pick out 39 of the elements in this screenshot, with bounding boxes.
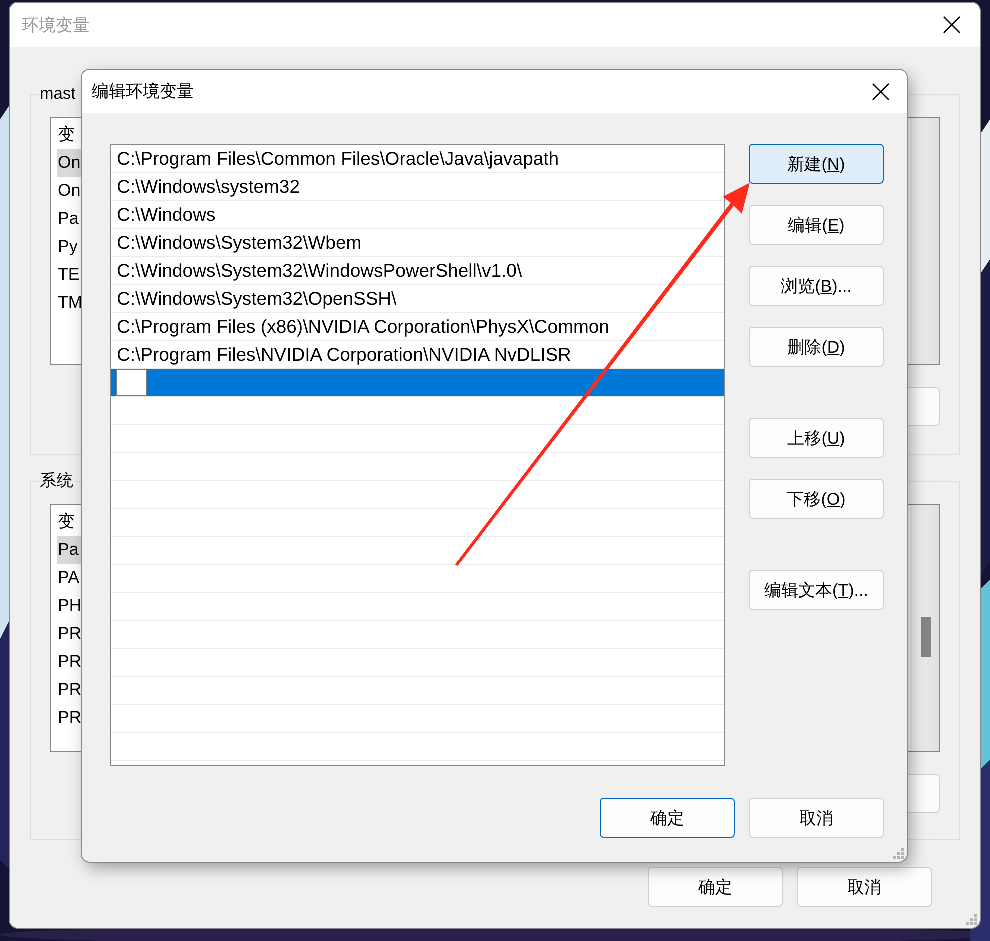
action-button[interactable]: 新建(N) (749, 144, 884, 184)
action-button[interactable]: 删除(D) (749, 327, 884, 367)
scrollbar[interactable] (910, 118, 939, 364)
variable-row[interactable]: On (57, 177, 82, 205)
variable-row[interactable]: PR (57, 704, 82, 732)
resize-grip-icon[interactable] (893, 848, 905, 860)
column-header[interactable]: 变 (57, 121, 82, 149)
dialog-button[interactable]: 取消 (749, 798, 884, 838)
dialog-title: 编辑环境变量 (92, 81, 194, 103)
action-button[interactable]: 浏览(B)... (749, 266, 884, 306)
variable-row[interactable]: TM (57, 289, 82, 317)
action-button[interactable]: 上移(U) (749, 418, 884, 458)
group-label: mast (39, 84, 77, 105)
variable-row[interactable]: Pa (57, 205, 82, 233)
variable-row[interactable]: PR (57, 676, 82, 704)
dialog-button[interactable]: 确定 (600, 798, 735, 838)
resize-grip-icon[interactable] (966, 914, 978, 926)
dialog-button[interactable]: 确定 (648, 867, 783, 907)
variable-row[interactable]: PR (57, 648, 82, 676)
scrollbar[interactable] (910, 505, 939, 751)
action-button[interactable]: 编辑文本(T)... (749, 570, 884, 610)
action-button[interactable]: 下移(O) (749, 479, 884, 519)
dialog-button[interactable]: 取消 (797, 867, 932, 907)
variable-row[interactable]: TE (57, 261, 82, 289)
path-row[interactable] (111, 369, 724, 397)
close-icon (943, 16, 961, 34)
close-icon (872, 82, 890, 100)
variable-row[interactable]: PA (57, 564, 82, 592)
variable-row[interactable]: PH (57, 592, 82, 620)
variable-row[interactable]: PR (57, 620, 82, 648)
path-list[interactable] (110, 144, 725, 766)
variable-row[interactable]: On (57, 149, 82, 177)
group-label: 系统 (39, 471, 75, 492)
variable-row[interactable]: Pa (57, 536, 82, 564)
variable-row[interactable]: Py (57, 233, 82, 261)
window-title: 环境变量 (22, 14, 90, 36)
column-header[interactable]: 变 (57, 508, 82, 536)
edit-field[interactable] (116, 369, 147, 396)
action-button[interactable]: 编辑(E) (749, 205, 884, 245)
